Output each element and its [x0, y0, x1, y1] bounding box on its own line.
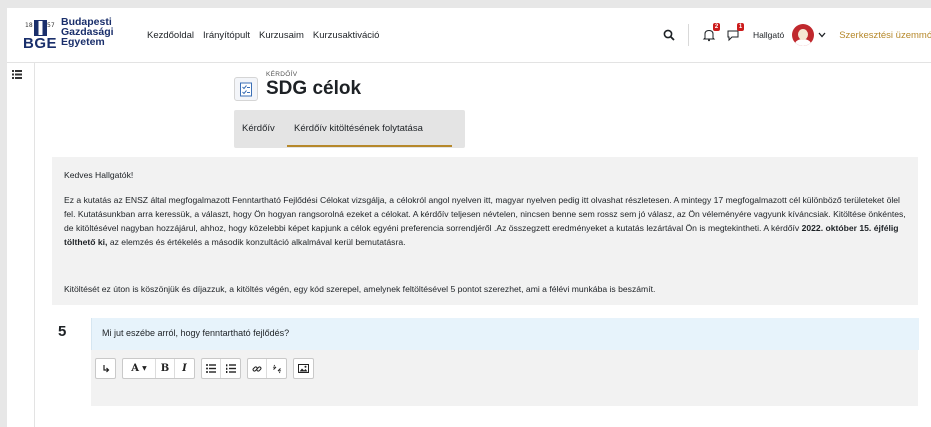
intro-body: Ez a kutatás az ENSZ által megfogalmazot… [64, 193, 908, 249]
nav-item-my-courses[interactable]: Kurzusaim [259, 30, 304, 41]
unlink-icon [272, 364, 281, 373]
user-area: 2 1 Hallgató Szerkesztési üzemmód [660, 8, 931, 62]
bold-button[interactable]: B [156, 359, 175, 378]
navbar-divider [688, 24, 689, 46]
toolbar-group-media [293, 358, 314, 379]
tab-questionnaire[interactable]: Kérdőív [242, 123, 275, 134]
crest-year-left: 18 [25, 22, 33, 29]
secondary-navigation: Kérdőív Kérdőív kitöltésének folytatása [234, 110, 465, 148]
activity-type-label: KÉRDŐÍV [266, 71, 298, 78]
numbered-list-button[interactable] [221, 359, 240, 378]
toolbar-group-collapse [95, 358, 116, 379]
top-navbar: 18 57 BGE Budapesti Gazdasági Egyetem Ke… [7, 8, 931, 63]
image-button[interactable] [294, 359, 313, 378]
editor-toolbar: A ▼ B I [95, 358, 320, 379]
question-box: Mi jut eszébe arról, hogy fenntartható f… [91, 318, 919, 350]
bullet-list-button[interactable] [202, 359, 221, 378]
window-frame-left [0, 8, 7, 427]
shield-icon [34, 20, 47, 36]
primary-navigation: Kezdőoldal Irányítópult Kurzusaim Kurzus… [147, 8, 388, 62]
chat-icon[interactable]: 1 [723, 23, 744, 45]
page-title: SDG célok [266, 78, 362, 99]
font-style-button[interactable]: A ▼ [123, 359, 156, 378]
avatar-face [798, 29, 809, 40]
search-icon[interactable] [660, 26, 678, 44]
user-role-label: Hallgató [753, 30, 785, 40]
active-tab-indicator [287, 145, 452, 147]
notification-count-badge: 2 [713, 23, 720, 31]
collapse-toolbar-icon [102, 365, 109, 373]
crest-year-right: 57 [47, 22, 55, 29]
nav-item-dashboard[interactable]: Irányítópult [203, 30, 250, 41]
university-name: Budapesti Gazdasági Egyetem [61, 17, 114, 48]
edit-mode-toggle[interactable]: Szerkesztési üzemmód [839, 30, 931, 41]
toolbar-group-links [247, 358, 287, 379]
drawer-divider [34, 62, 35, 427]
question-number: 5 [58, 323, 67, 340]
drawer-toggle-button[interactable] [7, 62, 27, 86]
window-frame-top [0, 0, 931, 8]
image-icon [298, 364, 309, 373]
italic-button[interactable]: I [175, 359, 194, 378]
question-text: Mi jut eszébe arról, hogy fenntartható f… [102, 328, 290, 338]
link-button[interactable] [248, 359, 267, 378]
avatar-body [795, 39, 812, 46]
toolbar-group-format: A ▼ B I [122, 358, 195, 379]
caret-down-icon: ▼ [142, 365, 147, 372]
intro-greeting: Kedves Hallgatók! [64, 170, 134, 180]
font-style-label: A [131, 363, 140, 374]
toolbar-group-lists [201, 358, 241, 379]
university-name-line3: Egyetem [61, 36, 105, 48]
intro-thanks: Kitöltését ez úton is köszönjük és díjaz… [64, 284, 656, 294]
nav-item-home[interactable]: Kezdőoldal [147, 30, 194, 41]
bullet-list-icon [206, 364, 216, 373]
questionnaire-intro: Kedves Hallgatók! Ez a kutatás az ENSZ á… [52, 157, 918, 305]
avatar[interactable] [792, 24, 815, 46]
chevron-down-icon[interactable] [817, 30, 827, 40]
unlink-button[interactable] [267, 359, 286, 378]
tab-continue-questionnaire[interactable]: Kérdőív kitöltésének folytatása [294, 123, 423, 134]
questionnaire-icon [234, 77, 258, 101]
crest-icon: 18 57 [25, 20, 55, 36]
answer-editor: A ▼ B I [91, 350, 918, 406]
intro-body-text-end: az elemzés és értékelés a második konzul… [107, 237, 406, 247]
nav-item-course-activation[interactable]: Kurzusaktiváció [313, 30, 380, 41]
university-logo[interactable]: 18 57 BGE Budapesti Gazdasági Egyetem [21, 16, 131, 56]
drawer-toggle-icon [12, 69, 22, 79]
message-count-badge: 1 [737, 23, 744, 31]
university-abbr: BGE [23, 35, 58, 52]
link-icon [252, 365, 262, 372]
intro-body-text: Ez a kutatás az ENSZ által megfogalmazot… [64, 195, 906, 233]
numbered-list-icon [225, 364, 236, 373]
collapse-toolbar-button[interactable] [96, 359, 115, 378]
bell-icon[interactable]: 2 [699, 23, 720, 45]
